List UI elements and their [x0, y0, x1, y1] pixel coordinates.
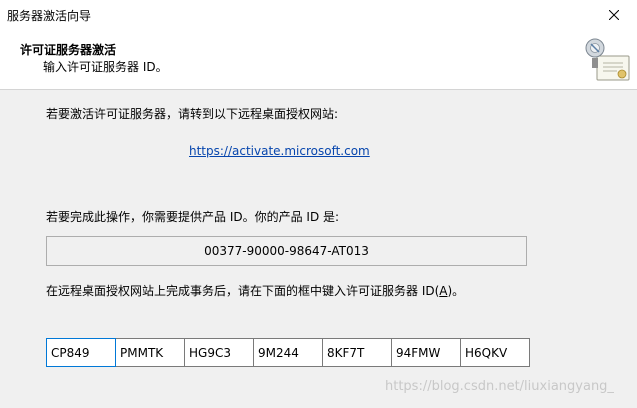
visit-instruction: 若要激活许可证服务器，请转到以下远程桌面授权网站: — [46, 107, 339, 121]
server-id-field-5[interactable] — [322, 338, 392, 367]
server-id-field-1[interactable] — [46, 338, 116, 367]
wizard-body: 若要激活许可证服务器，请转到以下远程桌面授权网站: https://activa… — [0, 91, 637, 408]
title-bar: 服务器激活向导 — [0, 0, 637, 30]
watermark: https://blog.csdn.net/liuxiangyang_ — [385, 379, 614, 394]
server-id-field-7[interactable] — [460, 338, 530, 367]
window-title: 服务器激活向导 — [7, 9, 92, 23]
server-id-fields — [46, 338, 530, 367]
access-key: A — [439, 284, 448, 298]
activation-link[interactable]: https://activate.microsoft.com — [189, 144, 370, 158]
server-id-field-2[interactable] — [115, 338, 185, 367]
enter-id-text: 在远程桌面授权网站上完成事务后，请在下面的框中键入许可证服务器 ID( — [46, 284, 440, 298]
wizard-header: 许可证服务器激活 输入许可证服务器 ID。 — [0, 30, 637, 90]
page-subtitle: 输入许可证服务器 ID。 — [43, 60, 168, 74]
activation-wizard-window: 服务器激活向导 许可证服务器激活 输入许可证服务器 ID。 若要激活许可证服务器… — [0, 0, 637, 408]
enter-id-instruction: 在远程桌面授权网站上完成事务后，请在下面的框中键入许可证服务器 ID(A)。 — [46, 282, 464, 299]
product-id-display: 00377-90000-98647-AT013 — [46, 236, 527, 266]
server-id-field-4[interactable] — [253, 338, 323, 367]
enter-id-text-end: )。 — [447, 284, 465, 298]
page-title: 许可证服务器激活 — [20, 43, 117, 57]
server-id-field-6[interactable] — [391, 338, 461, 367]
close-icon — [609, 10, 619, 20]
product-id-instruction: 若要完成此操作，你需要提供产品 ID。你的产品 ID 是: — [46, 210, 340, 224]
certificate-icon — [585, 38, 630, 81]
server-id-field-3[interactable] — [184, 338, 254, 367]
close-button[interactable] — [591, 0, 637, 30]
